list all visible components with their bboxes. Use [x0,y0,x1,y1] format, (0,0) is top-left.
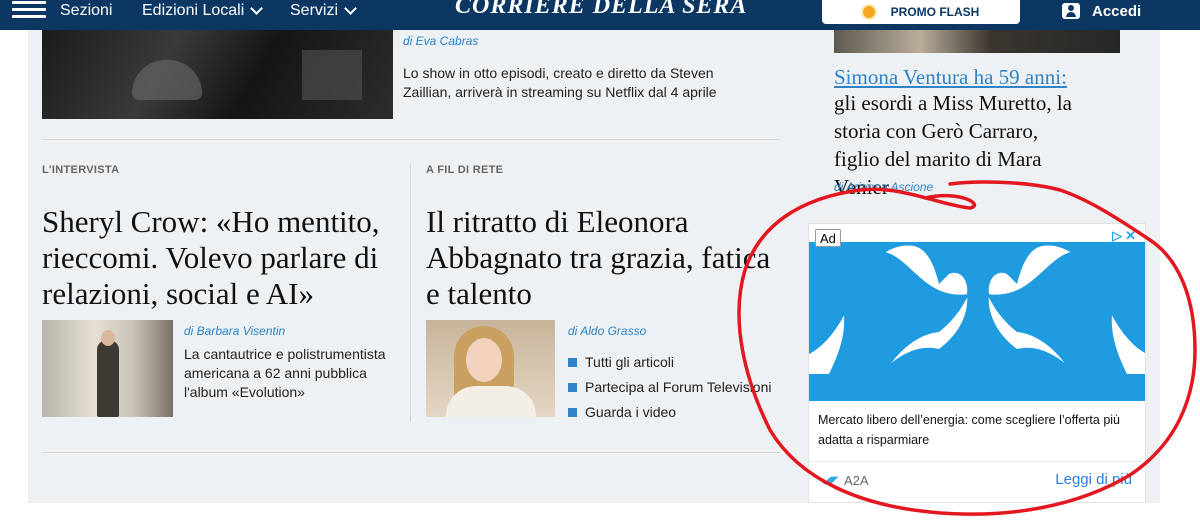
image-detail [97,340,119,417]
top-article-byline[interactable]: di Eva Cabras [403,34,478,48]
article-headline[interactable]: Sheryl Crow: «Ho mentito, rieccomi. Vole… [42,204,394,312]
ad-choices-icon[interactable]: ▷✕ [1112,228,1139,244]
image-detail [302,50,362,100]
promo-flash-label: PROMO FLASH [890,5,980,19]
related-link-label: Partecipa al Forum Televisioni [585,379,772,395]
related-link-label: Guarda i video [585,404,677,420]
related-links-list: Tutti gli articoli Partecipa al Forum Te… [568,350,772,425]
promo-sun-icon [862,6,875,18]
right-article-headline-link[interactable]: Simona Ventura ha 59 anni: [834,63,1067,91]
ad-image[interactable] [809,224,1145,401]
ad-divider [809,461,1145,462]
user-icon [1062,3,1080,19]
article-kicker[interactable]: L'INTERVISTA [42,164,119,176]
image-detail [466,338,502,382]
right-article-byline[interactable]: di Arianna Ascione [834,180,933,194]
ad-read-more-link[interactable]: Leggi di più [1055,471,1132,488]
top-article-image[interactable] [42,30,393,119]
menu-servizi-label: Servizi [290,2,339,19]
heart-hands-image [809,224,1145,401]
related-link[interactable]: Partecipa al Forum Televisioni [568,375,772,400]
image-detail [101,330,115,346]
article-byline[interactable]: di Aldo Grasso [568,324,646,338]
menu-edizioni-locali-label: Edizioni Locali [142,2,245,19]
section-divider [42,139,780,140]
chevron-down-icon [250,2,264,15]
section-divider [42,452,780,453]
top-article-summary: Lo show in otto episodi, creato e dirett… [403,65,717,100]
image-detail [446,386,536,417]
brand-logo-icon: ◢◤ [823,475,839,486]
column-divider [410,164,411,422]
site-logo[interactable]: CORRIERE DELLA SERA [455,0,747,20]
image-detail [132,60,202,100]
login-button[interactable]: Accedi [1062,0,1141,22]
related-link-label: Tutti gli articoli [585,354,674,370]
square-bullet-icon [568,358,577,367]
article-headline[interactable]: Il ritratto di Eleonora Abbagnato tra gr… [426,204,780,312]
hamburger-menu-icon[interactable] [12,1,46,19]
menu-servizi[interactable]: Servizi [290,0,357,30]
chevron-down-icon [344,2,357,15]
square-bullet-icon [568,383,577,392]
ad-label-badge: Ad [815,229,841,247]
article-summary: La cantautrice e polistrumentista americ… [184,346,386,400]
article-thumbnail[interactable] [426,320,555,417]
ad-title[interactable]: Mercato libero dell’energia: come scegli… [818,410,1140,450]
article-thumbnail[interactable] [42,320,173,417]
promo-flash-button[interactable]: PROMO FLASH [822,0,1020,24]
menu-sezioni[interactable]: Sezioni [60,0,112,30]
menu-edizioni-locali[interactable]: Edizioni Locali [142,0,264,30]
article-byline[interactable]: di Barbara Visentin [184,324,285,338]
related-link[interactable]: Guarda i video [568,400,772,425]
login-label: Accedi [1092,2,1142,20]
right-article-image[interactable] [834,30,1120,53]
article-kicker[interactable]: A FIL DI RETE [426,164,503,176]
square-bullet-icon [568,408,577,417]
ad-brand: A2A [844,473,869,488]
advertisement[interactable]: Ad ▷✕ Mercato libero dell’energia: come … [808,223,1146,503]
menu-sezioni-label: Sezioni [60,2,113,19]
related-link[interactable]: Tutti gli articoli [568,350,772,375]
top-navigation-bar: Sezioni Edizioni Locali Servizi CORRIERE… [0,0,1200,30]
